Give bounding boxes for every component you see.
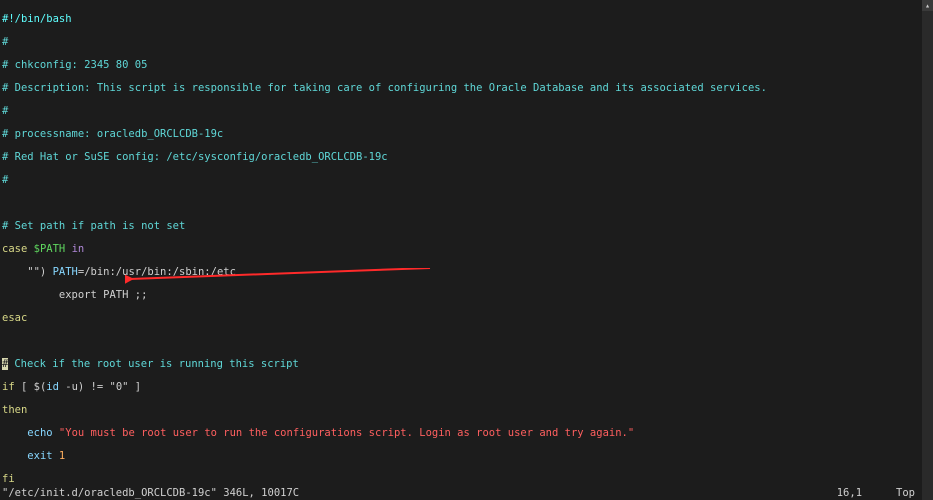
cond-close: ) != "0" ] xyxy=(78,381,141,393)
status-mode: Top xyxy=(896,487,933,500)
kw-in: in xyxy=(72,243,85,255)
echo-cmd: echo xyxy=(27,427,52,439)
kw-then: then xyxy=(2,404,27,416)
cond: [ $( xyxy=(15,381,47,393)
kw-if: if xyxy=(2,381,15,393)
rhs: /bin:/usr/bin:/sbin:/etc xyxy=(84,266,236,278)
comment: # xyxy=(2,105,8,117)
exit-cmd: exit xyxy=(27,450,52,462)
scroll-up-arrow-icon[interactable]: ▴ xyxy=(922,0,933,11)
status-filename: "/etc/init.d/oracledb_ORCLCDB-19c" 346L,… xyxy=(0,487,299,500)
kw-case: case xyxy=(2,243,27,255)
export-path: export PATH ;; xyxy=(2,289,147,301)
status-position: 16,1 xyxy=(837,487,896,500)
kw-esac: esac xyxy=(2,312,27,324)
shebang-line: #!/bin/bash xyxy=(2,13,72,25)
comment: Check if the root user is running this s… xyxy=(14,358,298,370)
number: 1 xyxy=(59,450,65,462)
var-path: $PATH xyxy=(34,243,66,255)
comment: # processname: oracledb_ORCLCDB-19c xyxy=(2,128,223,140)
status-bar: "/etc/init.d/oracledb_ORCLCDB-19c" 346L,… xyxy=(0,487,933,500)
lhs: PATH xyxy=(53,266,78,278)
comment: # Red Hat or SuSE config: /etc/sysconfig… xyxy=(2,151,388,163)
comment: # xyxy=(2,174,8,186)
kw-fi: fi xyxy=(2,473,15,485)
string: "You must be root user to run the config… xyxy=(59,427,634,439)
case-pattern: "") xyxy=(2,266,53,278)
comment: # xyxy=(2,36,8,48)
id-cmd: id xyxy=(46,381,59,393)
comment: # chkconfig: 2345 80 05 xyxy=(2,59,147,71)
comment: # Set path if path is not set xyxy=(2,220,185,232)
editor-viewport[interactable]: #!/bin/bash # # chkconfig: 2345 80 05 # … xyxy=(0,0,933,500)
id-arg: -u xyxy=(59,381,78,393)
comment: # Description: This script is responsibl… xyxy=(2,82,767,94)
scrollbar-track[interactable]: ▴ xyxy=(922,0,933,500)
